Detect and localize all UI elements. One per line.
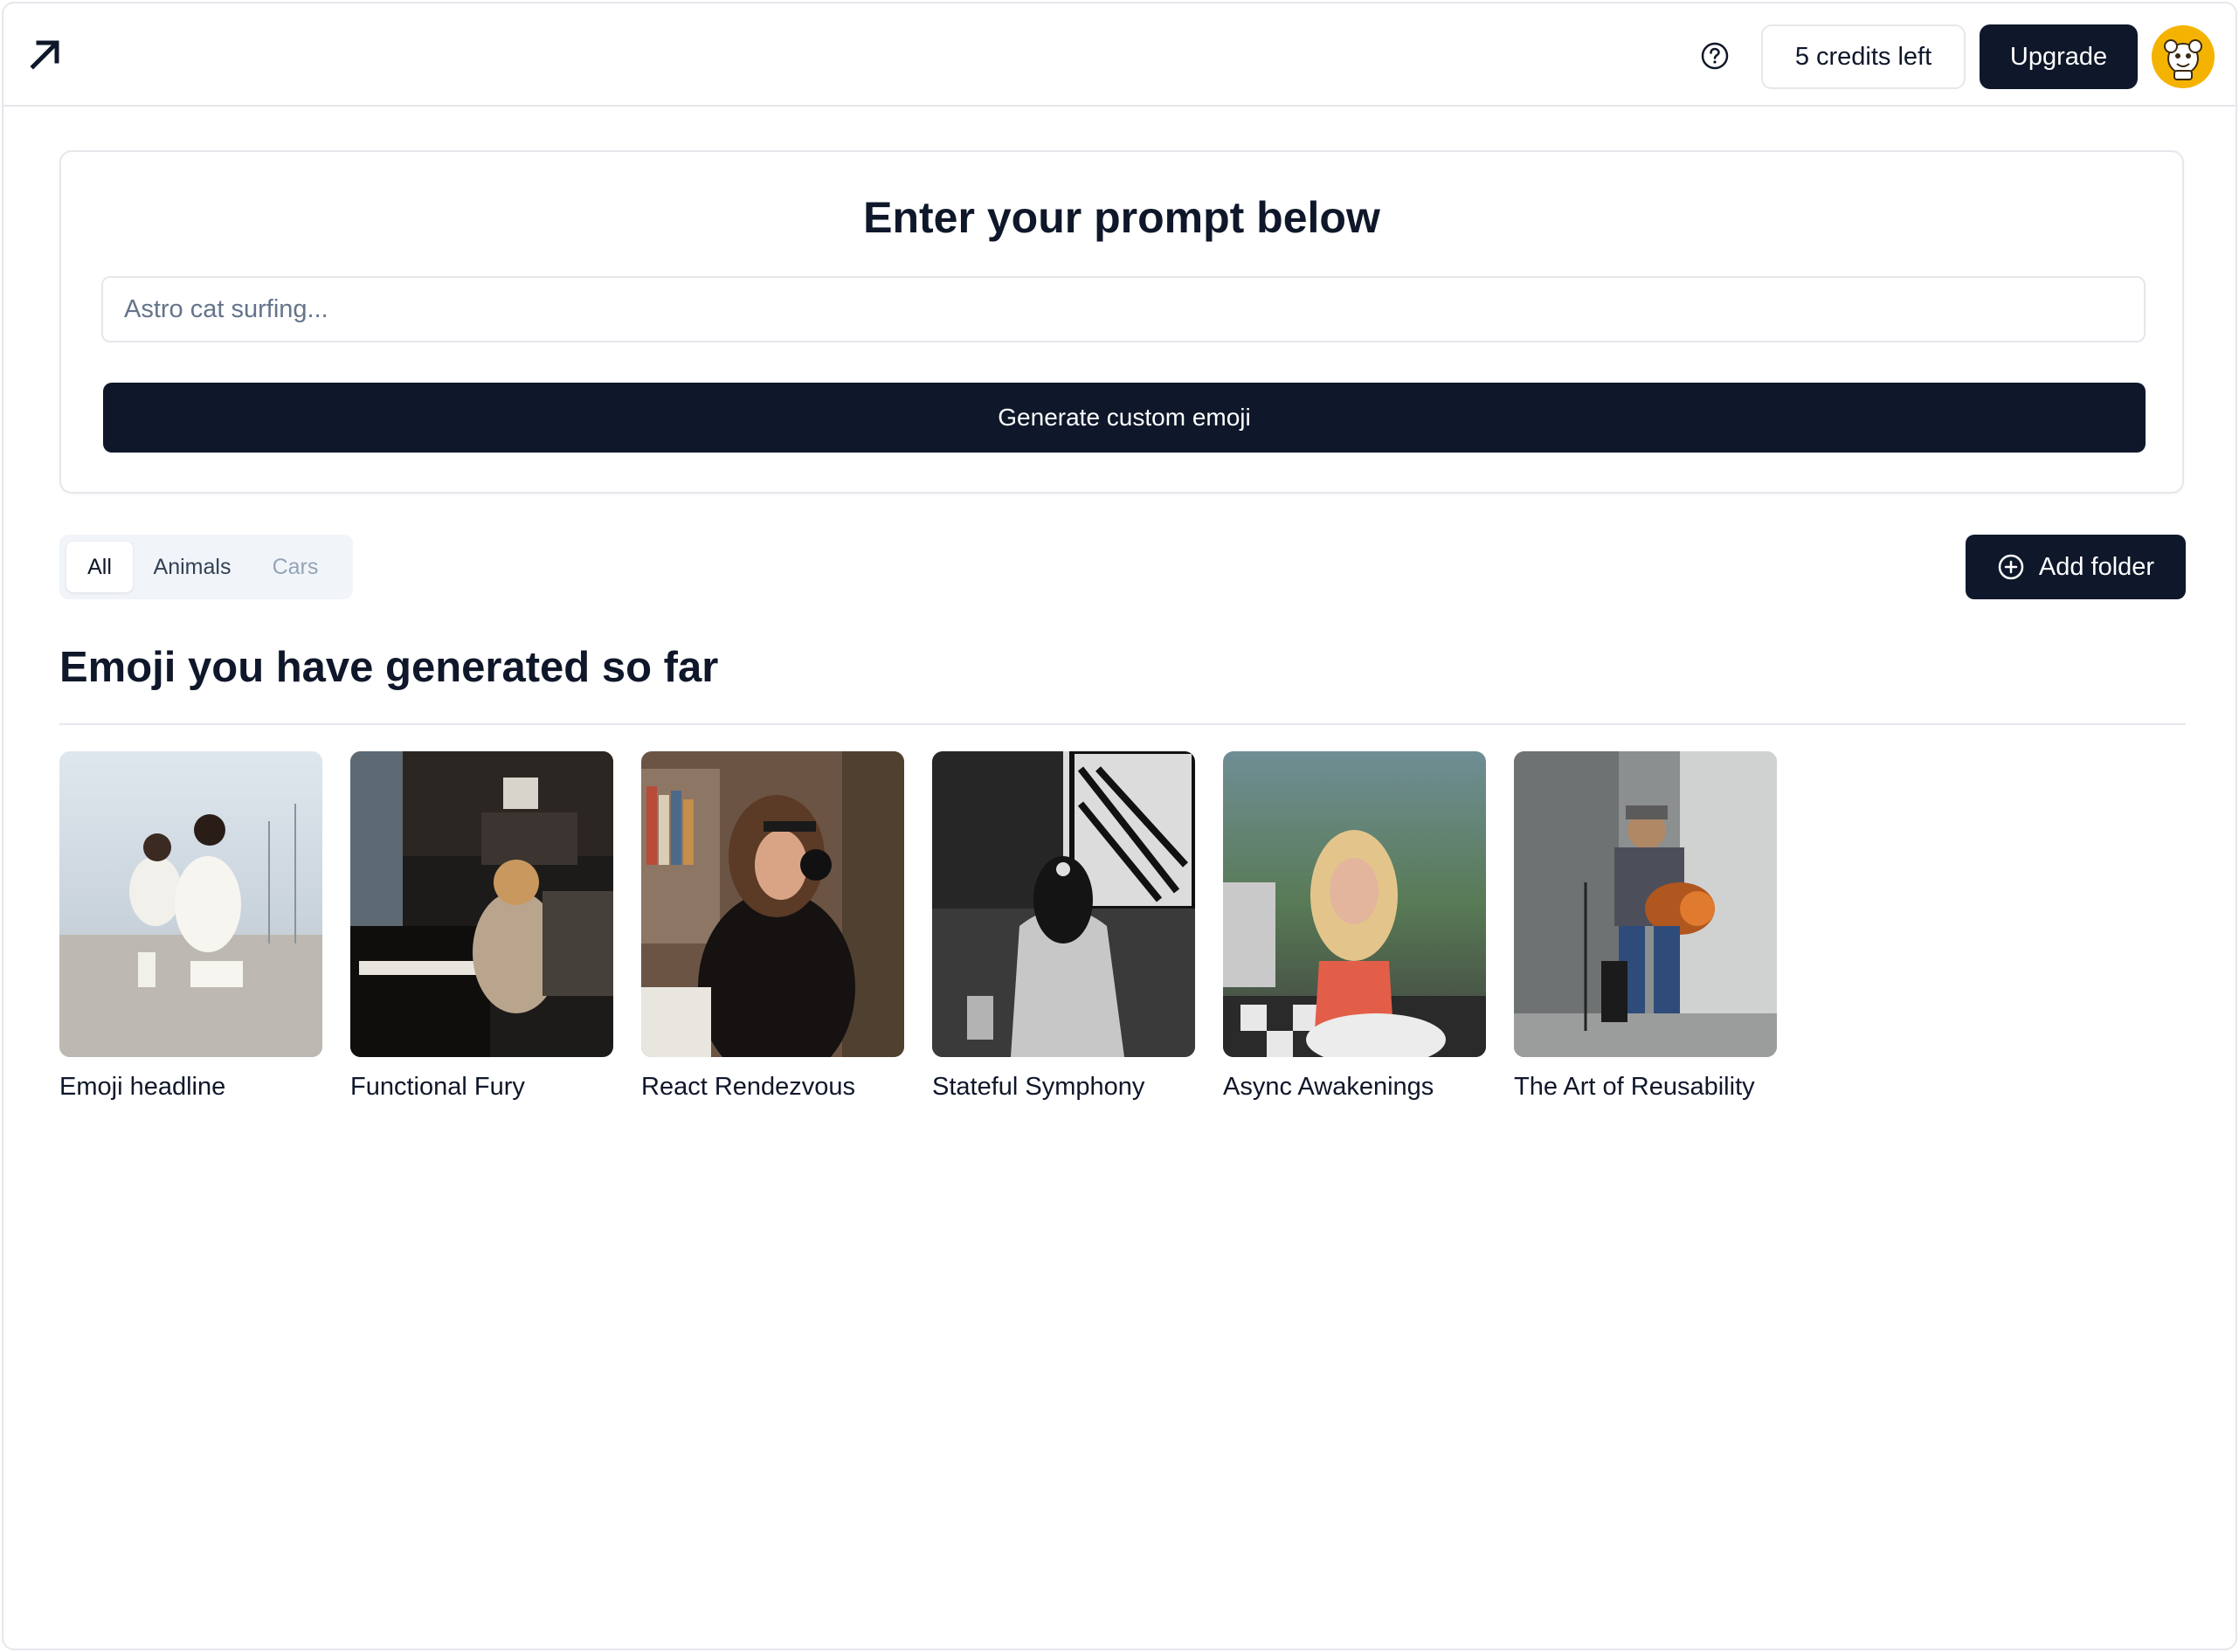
divider	[59, 723, 2186, 725]
upgrade-button[interactable]: Upgrade	[1980, 24, 2138, 89]
question-circle-icon[interactable]	[1700, 41, 1730, 71]
add-folder-button[interactable]: Add folder	[1966, 535, 2186, 599]
tab-all[interactable]: All	[66, 542, 133, 592]
emoji-caption: The Art of Reusability	[1514, 1073, 1755, 1101]
emoji-caption: React Rendezvous	[641, 1073, 856, 1101]
prompt-title: Enter your prompt below	[863, 193, 1380, 242]
emoji-thumbnail	[59, 751, 322, 1057]
generate-emoji-button[interactable]: Generate custom emoji	[103, 383, 2146, 453]
emoji-gallery: Emoji headline Functional Fury React Ren…	[59, 751, 1777, 1102]
add-folder-label: Add folder	[2038, 552, 2155, 581]
emoji-caption: Stateful Symphony	[932, 1073, 1145, 1101]
gallery-item[interactable]: Functional Fury	[350, 751, 613, 1102]
emoji-caption: Functional Fury	[350, 1073, 525, 1101]
tab-animals[interactable]: Animals	[133, 542, 252, 592]
folder-tabs: All Animals Cars	[59, 535, 353, 599]
credits-label: 5 credits left	[1794, 42, 1932, 71]
gallery-item[interactable]: React Rendezvous	[641, 751, 904, 1102]
emoji-thumbnail	[641, 751, 904, 1057]
credits-indicator[interactable]: 5 credits left	[1761, 24, 1966, 89]
gallery-item[interactable]: The Art of Reusability	[1514, 751, 1777, 1102]
gallery-item[interactable]: Emoji headline	[59, 751, 322, 1102]
emoji-caption: Async Awakenings	[1223, 1073, 1434, 1101]
plus-circle-icon	[1998, 554, 2024, 580]
prompt-input[interactable]	[101, 276, 2146, 342]
emoji-thumbnail	[1223, 751, 1486, 1057]
emoji-caption: Emoji headline	[59, 1073, 226, 1101]
app-window: 5 credits left Upgrade Enter your prompt…	[2, 2, 2237, 1650]
top-bar: 5 credits left Upgrade	[3, 3, 2236, 107]
emoji-thumbnail	[350, 751, 613, 1057]
tab-cars[interactable]: Cars	[252, 542, 339, 592]
gallery-item[interactable]: Stateful Symphony	[932, 751, 1195, 1102]
emoji-thumbnail	[932, 751, 1195, 1057]
prompt-card: Enter your prompt below Generate custom …	[59, 150, 2184, 494]
avatar[interactable]	[2152, 25, 2215, 88]
gallery-title: Emoji you have generated so far	[59, 644, 719, 691]
emoji-thumbnail	[1514, 751, 1777, 1057]
gallery-item[interactable]: Async Awakenings	[1223, 751, 1486, 1102]
arrow-up-right-icon[interactable]	[28, 37, 63, 72]
